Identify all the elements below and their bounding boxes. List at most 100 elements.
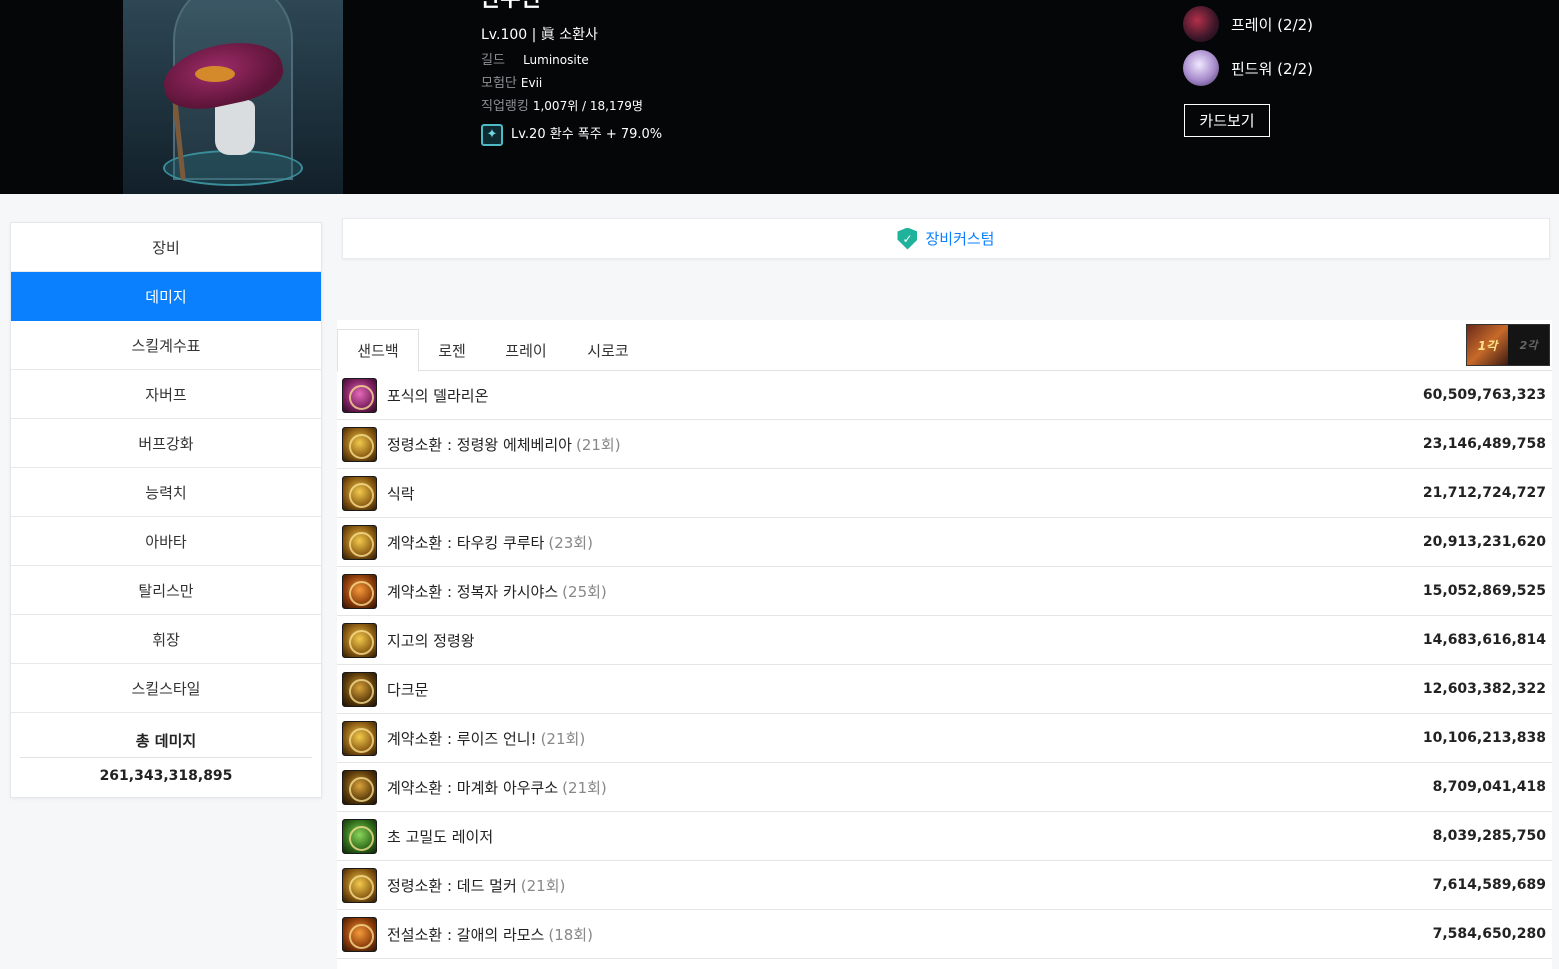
skill-damage-row: 계약소환 : 타우킹 쿠루타 (23회) 20,913,231,620 bbox=[337, 518, 1552, 567]
tab-sandbag[interactable]: 샌드백 bbox=[337, 329, 419, 372]
skill-damage-value: 14,683,616,814 bbox=[1422, 632, 1546, 648]
sidebar-item-skill-coefficients[interactable]: 스킬계수표 bbox=[11, 321, 321, 370]
tab-frey[interactable]: 프레이 bbox=[495, 329, 557, 371]
sidebar-item-skill-style[interactable]: 스킬스타일 bbox=[11, 664, 321, 713]
skill-hit-count: (21회) bbox=[520, 876, 566, 895]
sidebar-item-stats[interactable]: 능력치 bbox=[11, 468, 321, 517]
sidebar-item-buff-enhance[interactable]: 버프강화 bbox=[11, 419, 321, 468]
frey-set-icon bbox=[1183, 6, 1219, 42]
skill-damage-value: 10,106,213,838 bbox=[1422, 730, 1546, 746]
sidebar-item-emblem[interactable]: 휘장 bbox=[11, 615, 321, 664]
skill-damage-value: 7,584,650,280 bbox=[1432, 926, 1546, 942]
skill-damage-value: 8,039,285,750 bbox=[1432, 828, 1546, 844]
skill-hit-count: (21회) bbox=[540, 729, 586, 748]
skill-name: 계약소환 : 루이즈 언니! bbox=[387, 729, 537, 748]
buff-skill-icon: ✦ bbox=[481, 124, 503, 146]
skill-icon bbox=[342, 671, 377, 707]
guild-line: 길드 Luminosite bbox=[481, 51, 589, 70]
set-item-label: 핀드워 (2/2) bbox=[1231, 59, 1314, 78]
rank-value: 1,007위 / 18,179명 bbox=[532, 99, 643, 113]
buff-text: Lv.20 환수 폭주 + 79.0% bbox=[511, 127, 663, 142]
skill-damage-row: 초 고밀도 레이저 8,039,285,750 bbox=[337, 812, 1552, 861]
skill-name: 계약소환 : 정복자 카시야스 bbox=[387, 582, 559, 601]
skill-name: 포식의 델라리온 bbox=[387, 386, 489, 405]
sidebar-item-equipment[interactable]: 장비 bbox=[11, 223, 321, 272]
awakening-toggle[interactable]: 1각 2각 bbox=[1466, 324, 1550, 366]
sidebar-item-talisman[interactable]: 탈리스만 bbox=[11, 566, 321, 615]
skill-damage-row: 계약소환 : 마계화 아우쿠소 (21회) 8,709,041,418 bbox=[337, 763, 1552, 812]
second-awakening-thumb: 2각 bbox=[1508, 325, 1549, 365]
skill-name: 전설소환 : 갈애의 라모스 bbox=[387, 925, 545, 944]
sidebar-nav: 장비 데미지 스킬계수표 자버프 버프강화 능력치 아바타 탈리스만 휘장 스킬… bbox=[10, 222, 322, 798]
sidebar-item-damage[interactable]: 데미지 bbox=[11, 272, 321, 321]
guild-value: Luminosite bbox=[523, 53, 589, 67]
skill-damage-row: 다크문 12,603,382,322 bbox=[337, 665, 1552, 714]
character-header: 란주린 Lv.100 | 眞 소환사 길드 Luminosite 모험단Evii… bbox=[0, 0, 1559, 194]
skill-damage-value: 12,603,382,322 bbox=[1422, 681, 1546, 697]
buff-line: ✦ Lv.20 환수 폭주 + 79.0% bbox=[481, 124, 662, 146]
skill-hit-count: (21회) bbox=[575, 435, 621, 454]
skill-name: 계약소환 : 타우킹 쿠루타 bbox=[387, 533, 545, 552]
skill-name-cell: 계약소환 : 루이즈 언니! (21회) bbox=[387, 728, 1423, 749]
skill-damage-value: 7,614,589,689 bbox=[1432, 877, 1546, 893]
skill-hit-count: (25회) bbox=[562, 582, 607, 601]
shield-check-icon: ✓ bbox=[897, 227, 918, 250]
skill-name-cell: 다크문 bbox=[387, 679, 1423, 700]
skill-damage-value: 60,509,763,323 bbox=[1422, 387, 1546, 403]
skill-damage-value: 20,913,231,620 bbox=[1422, 534, 1546, 550]
card-view-button[interactable]: 카드보기 bbox=[1184, 104, 1270, 137]
tab-rosen[interactable]: 로젠 bbox=[427, 329, 477, 371]
skill-damage-row: 정령소환 : 정령왕 에체베리아 (21회) 23,146,489,758 bbox=[337, 420, 1552, 469]
character-level-class: Lv.100 | 眞 소환사 bbox=[481, 27, 598, 43]
skill-icon bbox=[342, 818, 377, 854]
skill-damage-row: 계약소환 : 루이즈 언니! (21회) 10,106,213,838 bbox=[337, 714, 1552, 763]
skill-name: 정령소환 : 데드 멀커 bbox=[387, 876, 517, 895]
skill-name-cell: 정령소환 : 정령왕 에체베리아 (21회) bbox=[387, 434, 1423, 455]
skill-name-cell: 계약소환 : 타우킹 쿠루타 (23회) bbox=[387, 532, 1423, 553]
character-name: 란주린 bbox=[480, 0, 541, 14]
skill-icon bbox=[342, 720, 377, 756]
skill-name-cell: 정령소환 : 데드 멀커 (21회) bbox=[387, 875, 1433, 896]
skill-damage-value: 21,712,724,727 bbox=[1422, 485, 1546, 501]
set-item-frey[interactable]: 프레이 (2/2) bbox=[1183, 6, 1313, 42]
rank-label: 직업랭킹 bbox=[481, 99, 529, 114]
target-tabs: 샌드백 로젠 프레이 시로코 1각 2각 bbox=[337, 320, 1552, 372]
fiendwar-set-icon bbox=[1183, 50, 1219, 86]
sidebar-item-self-buff[interactable]: 자버프 bbox=[11, 370, 321, 419]
skill-hit-count: (18회) bbox=[548, 925, 593, 944]
skill-name-cell: 초 고밀도 레이저 bbox=[387, 826, 1433, 847]
skill-damage-value: 8,709,041,418 bbox=[1432, 779, 1546, 795]
skill-name-cell: 포식의 델라리온 bbox=[387, 385, 1423, 406]
skill-icon bbox=[342, 769, 377, 805]
adventure-label: 모험단 bbox=[481, 76, 517, 91]
set-item-label: 프레이 (2/2) bbox=[1231, 15, 1314, 34]
adventure-line: 모험단 Evii bbox=[481, 74, 542, 93]
damage-panel: 샌드백 로젠 프레이 시로코 1각 2각 포식의 델라리온 60,509,763,… bbox=[337, 320, 1552, 969]
skill-icon bbox=[342, 377, 377, 413]
skill-hit-count: (23회) bbox=[548, 533, 593, 552]
first-awakening-thumb: 1각 bbox=[1467, 325, 1508, 365]
guild-label: 길드 bbox=[481, 53, 505, 68]
skill-name-cell: 지고의 정령왕 bbox=[387, 630, 1423, 651]
skill-icon bbox=[342, 916, 377, 952]
sidebar-item-avatar[interactable]: 아바타 bbox=[11, 517, 321, 566]
total-damage-box: 총 데미지 261,343,318,895 bbox=[11, 713, 321, 797]
skill-name: 다크문 bbox=[387, 680, 429, 699]
skill-name-cell: 전설소환 : 갈애의 라모스 (18회) bbox=[387, 924, 1433, 945]
skill-damage-row: 전설소환 : 갈애의 라모스 (18회) 7,584,650,280 bbox=[337, 910, 1552, 959]
skill-damage-row: 지고의 정령왕 14,683,616,814 bbox=[337, 616, 1552, 665]
skill-damage-list: 포식의 델라리온 60,509,763,323 정령소환 : 정령왕 에체베리아 (2… bbox=[337, 371, 1552, 959]
rank-line: 직업랭킹 1,007위 / 18,179명 bbox=[481, 97, 643, 116]
equipment-custom-button[interactable]: ✓ 장비커스텀 bbox=[342, 218, 1550, 259]
skill-hit-count: (21회) bbox=[562, 778, 607, 797]
skill-damage-value: 23,146,489,758 bbox=[1422, 436, 1546, 452]
skill-damage-row: 식락 21,712,724,727 bbox=[337, 469, 1552, 518]
skill-name: 초 고밀도 레이저 bbox=[387, 827, 494, 846]
skill-name-cell: 계약소환 : 정복자 카시야스 (25회) bbox=[387, 581, 1423, 602]
skill-name: 식락 bbox=[387, 484, 415, 503]
skill-icon bbox=[342, 475, 377, 511]
skill-name-cell: 계약소환 : 마계화 아우쿠소 (21회) bbox=[387, 777, 1433, 798]
set-item-fiendwar[interactable]: 핀드워 (2/2) bbox=[1183, 50, 1313, 86]
adventure-value: Evii bbox=[520, 76, 543, 90]
tab-sirocco[interactable]: 시로코 bbox=[577, 329, 639, 371]
